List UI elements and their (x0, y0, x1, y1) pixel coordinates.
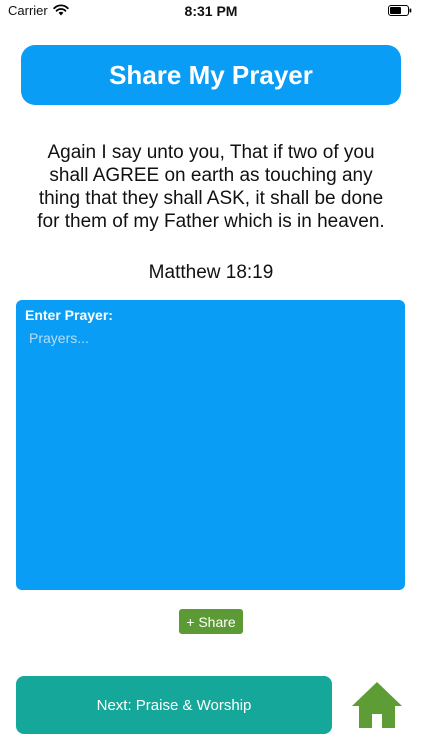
screen: Carrier 8:31 PM Share My Prayer Again I … (0, 0, 422, 750)
verse-text: Again I say unto you, That if two of you… (37, 142, 385, 232)
prayer-input[interactable] (25, 328, 403, 582)
next-praise-worship-button[interactable]: Next: Praise & Worship (16, 676, 332, 734)
status-time: 8:31 PM (184, 3, 238, 19)
prayer-panel: Enter Prayer: (16, 300, 405, 590)
verse-reference: Matthew 18:19 (148, 262, 274, 283)
share-my-prayer-button[interactable]: Share My Prayer (21, 45, 401, 105)
prayer-label: Enter Prayer: (25, 307, 113, 323)
battery-icon (388, 5, 412, 16)
share-button[interactable]: + Share (179, 609, 243, 634)
home-icon[interactable] (350, 680, 404, 730)
status-bar: Carrier 8:31 PM (0, 0, 422, 22)
